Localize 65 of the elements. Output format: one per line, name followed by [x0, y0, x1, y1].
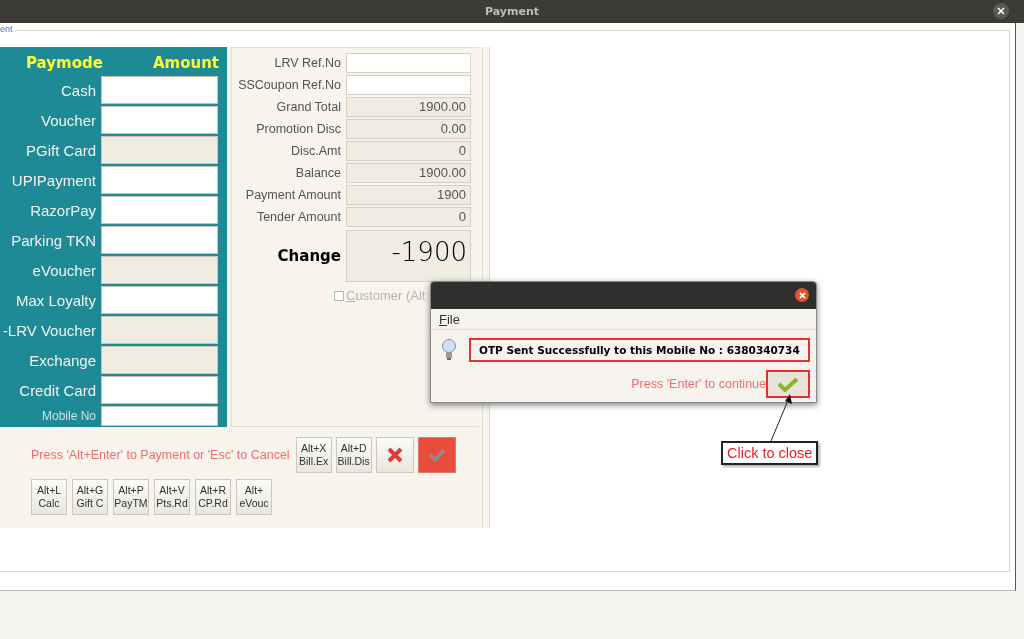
amount-field[interactable]: [101, 286, 218, 314]
close-icon[interactable]: [993, 3, 1009, 19]
field-label: Credit Card: [18, 381, 97, 399]
checkmark-icon: [777, 376, 799, 392]
column-header: Paymode: [26, 54, 103, 72]
lightbulb-icon: [441, 339, 457, 361]
value-field: 1900: [346, 185, 471, 205]
input-field[interactable]: [346, 75, 471, 95]
arrow: [770, 394, 792, 442]
field-label: Voucher: [39, 111, 97, 129]
field-label: Cash: [59, 81, 97, 99]
cancel-button[interactable]: [375, 437, 414, 473]
frame-legend: ent: [0, 24, 15, 34]
field-label: Max Loyalty: [14, 291, 97, 309]
field-label: eVoucher: [31, 261, 97, 279]
ok-button[interactable]: [766, 370, 810, 398]
field-label: PGift Card: [24, 141, 97, 159]
shortcut-button[interactable]: Alt+ eVouc: [236, 479, 272, 515]
menu-item[interactable]: File: [439, 311, 460, 327]
amount-field[interactable]: [101, 196, 218, 224]
amount-field[interactable]: [101, 76, 218, 104]
shortcut-button[interactable]: Alt+L Calc: [31, 479, 67, 515]
shortcut-button[interactable]: Alt+P PayTM: [113, 479, 149, 515]
field-label: -LRV Voucher: [1, 321, 97, 339]
field-label: SSCoupon Ref.No: [237, 78, 342, 92]
amount-field[interactable]: [101, 226, 218, 254]
amount-field[interactable]: [101, 376, 218, 404]
value-field: 0: [346, 207, 471, 227]
field-label: Mobile No: [40, 409, 97, 423]
shortcut-button[interactable]: Alt+R CP.Rd: [195, 479, 231, 515]
close-icon[interactable]: [795, 288, 809, 302]
shortcut-button[interactable]: Alt+V Pts.Rd: [154, 479, 190, 515]
window-title: Payment: [484, 5, 539, 18]
callout-label: Click to close: [721, 441, 819, 465]
hint-text: Press 'Enter' to continue: [631, 377, 766, 391]
value-field: 1900.00: [346, 163, 471, 183]
close-icon: [386, 447, 403, 463]
field-label: Balance: [294, 166, 342, 180]
column-header: Amount: [152, 54, 219, 72]
value-field: 0: [346, 141, 471, 161]
field-label: Promotion Disc: [255, 122, 342, 136]
amount-field[interactable]: [101, 406, 218, 426]
input-field[interactable]: [346, 53, 471, 73]
shortcut-button[interactable]: Alt+G Gift C: [72, 479, 108, 515]
message-text: OTP Sent Successfully to this Mobile No : 6380340734: [469, 338, 810, 362]
checkbox[interactable]: [334, 290, 344, 301]
field-label: UPIPayment: [10, 171, 97, 189]
value-field: 1900.00: [346, 97, 471, 117]
value-field: 0.00: [346, 119, 471, 139]
field-label: LRV Ref.No: [273, 56, 342, 70]
amount-field[interactable]: [101, 166, 218, 194]
amount-field[interactable]: [101, 106, 218, 134]
field-label: Parking TKN: [10, 231, 97, 249]
field-label: Tender Amount: [255, 210, 342, 224]
field-label: Exchange: [28, 351, 97, 369]
field-label: RazorPay: [29, 201, 97, 219]
field-label: Change: [276, 247, 342, 265]
shortcut-button[interactable]: Alt+D Bill.Dis: [335, 437, 372, 473]
field-label: Payment Amount: [244, 188, 342, 202]
shortcut-button[interactable]: Alt+X Bill.Ex: [295, 437, 332, 473]
field-label: Disc.Amt: [290, 144, 342, 158]
field-label: Grand Total: [275, 100, 342, 114]
change-field: -1900: [346, 230, 471, 282]
hint-text: Press 'Alt+Enter' to Payment or 'Esc' to Cancel: [31, 448, 290, 462]
checkmark-icon: [427, 448, 446, 462]
